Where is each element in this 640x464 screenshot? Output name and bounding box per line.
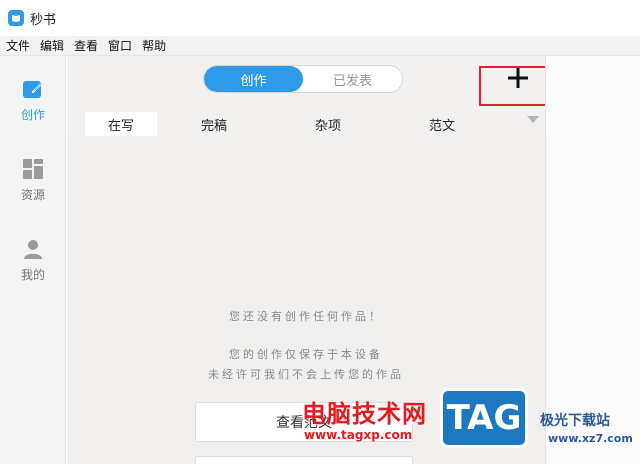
tab-dropdown-icon[interactable] <box>527 116 539 123</box>
menu-edit[interactable]: 编辑 <box>40 37 64 54</box>
sidebar-label-create: 创作 <box>20 108 45 122</box>
user-icon <box>22 238 44 260</box>
menu-file[interactable]: 文件 <box>6 37 30 54</box>
tab-finished[interactable]: 完稿 <box>157 112 271 136</box>
watermark-site-url: www.xz7.com <box>548 432 633 445</box>
title-bar: 秒书 <box>0 0 640 36</box>
create-published-toggle: 创作 已发表 <box>203 65 403 93</box>
right-panel <box>545 56 640 464</box>
watermark-tag-logo: TAG <box>440 388 528 448</box>
sidebar-label-mine: 我的 <box>20 268 45 282</box>
window-title: 秒书 <box>30 12 57 28</box>
resource-grid-icon <box>22 158 44 180</box>
empty-message-3: 未经许可我们不会上传您的作品 <box>208 368 404 381</box>
empty-message-1: 您还没有创作任何作品！ <box>229 310 383 323</box>
watermark-text: 电脑技术网 <box>302 400 427 428</box>
sidebar: 创作 资源 我的 <box>0 56 66 464</box>
toggle-create[interactable]: 创作 <box>204 66 303 92</box>
menu-help[interactable]: 帮助 <box>142 37 166 54</box>
menu-window[interactable]: 窗口 <box>108 37 132 54</box>
tab-samples[interactable]: 范文 <box>385 112 499 136</box>
sidebar-label-resource: 资源 <box>20 188 45 202</box>
tab-bar: 在写 完稿 杂项 范文 <box>85 112 545 136</box>
tab-misc[interactable]: 杂项 <box>271 112 385 136</box>
sidebar-item-resource[interactable]: 资源 <box>0 158 66 203</box>
app-logo-icon <box>8 10 24 26</box>
watermark-url: www.tagxp.com <box>304 428 413 442</box>
empty-message-2: 您的创作仅保存于本设备 <box>229 348 383 361</box>
secondary-button[interactable] <box>195 456 413 464</box>
menu-bar: 文件 编辑 查看 窗口 帮助 <box>0 36 640 56</box>
tab-writing[interactable]: 在写 <box>85 112 157 136</box>
sidebar-item-create[interactable]: 创作 <box>0 78 66 123</box>
watermark-site-name: 极光下载站 <box>540 413 610 429</box>
sidebar-item-mine[interactable]: 我的 <box>0 238 66 283</box>
create-icon <box>22 78 44 100</box>
toggle-published[interactable]: 已发表 <box>303 66 402 92</box>
menu-view[interactable]: 查看 <box>74 37 98 54</box>
